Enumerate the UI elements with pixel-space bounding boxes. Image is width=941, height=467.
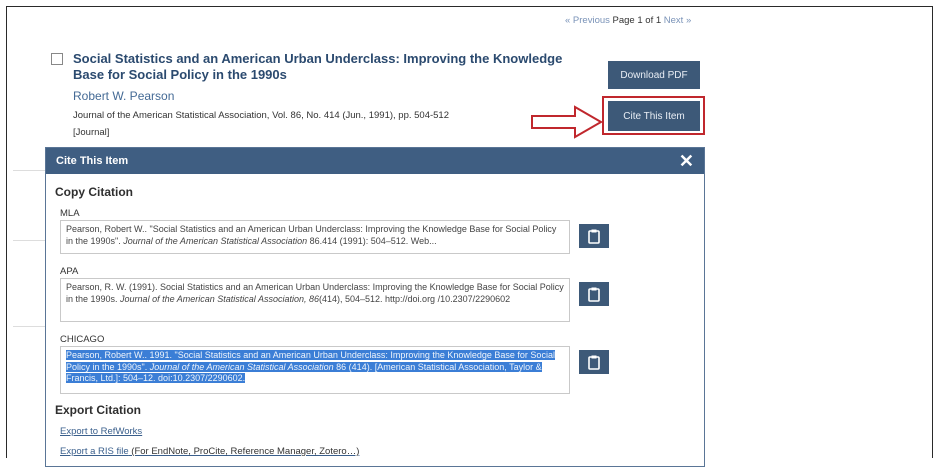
mla-label: MLA: [60, 208, 80, 219]
copy-mla-button[interactable]: [579, 224, 609, 248]
chicago-label: CHICAGO: [60, 334, 105, 345]
citation-journal: Journal of the American Statistical Asso…: [149, 361, 334, 372]
close-icon[interactable]: ✕: [679, 152, 694, 170]
mla-citation-box[interactable]: Pearson, Robert W.. "Social Statistics a…: [60, 220, 570, 254]
citation-text: 86.414 (1991): 504–512. Web...: [307, 235, 437, 246]
pager: « Previous Page 1 of 1 Next »: [565, 15, 691, 26]
result-checkbox[interactable]: [51, 53, 63, 65]
citation-text: (414), 504–512. http://doi.org /10.2307/…: [318, 293, 511, 304]
chicago-citation-box[interactable]: Pearson, Robert W.. 1991. "Social Statis…: [60, 346, 570, 394]
result-type: [Journal]: [73, 127, 110, 138]
clipboard-icon: [588, 229, 600, 244]
clipboard-icon: [588, 355, 600, 370]
copy-citation-heading: Copy Citation: [55, 185, 133, 199]
export-ris-note: (For EndNote, ProCite, Reference Manager…: [128, 446, 360, 457]
result-title[interactable]: Social Statistics and an American Urban …: [73, 51, 593, 83]
red-arrow-annotation: [531, 105, 603, 139]
clipboard-icon: [588, 287, 600, 302]
export-ris-row: Export a RIS file (For EndNote, ProCite,…: [60, 446, 359, 457]
export-refworks-link[interactable]: Export to RefWorks: [60, 426, 142, 437]
previous-link[interactable]: « Previous: [565, 15, 610, 26]
copy-apa-button[interactable]: [579, 282, 609, 306]
citation-journal: Journal of the American Statistical Asso…: [120, 293, 319, 304]
apa-citation-box[interactable]: Pearson, R. W. (1991). Social Statistics…: [60, 278, 570, 322]
result-journal: Journal of the American Statistical Asso…: [73, 110, 450, 121]
download-pdf-button[interactable]: Download PDF: [608, 61, 700, 89]
apa-label: APA: [60, 266, 79, 277]
export-ris-link[interactable]: Export a RIS file: [60, 446, 129, 457]
cite-modal: Cite This Item ✕ Copy Citation MLA Pears…: [45, 147, 705, 467]
cite-this-item-button[interactable]: Cite This Item: [608, 101, 700, 131]
next-link[interactable]: Next »: [664, 15, 691, 26]
modal-title: Cite This Item: [56, 155, 129, 167]
citation-journal: Journal of the American Statistical Asso…: [123, 235, 308, 246]
export-citation-heading: Export Citation: [55, 403, 141, 417]
copy-chicago-button[interactable]: [579, 350, 609, 374]
modal-header: Cite This Item ✕: [46, 148, 704, 174]
page-indicator: Page 1 of 1: [612, 15, 662, 26]
result-author[interactable]: Robert W. Pearson: [73, 89, 174, 103]
